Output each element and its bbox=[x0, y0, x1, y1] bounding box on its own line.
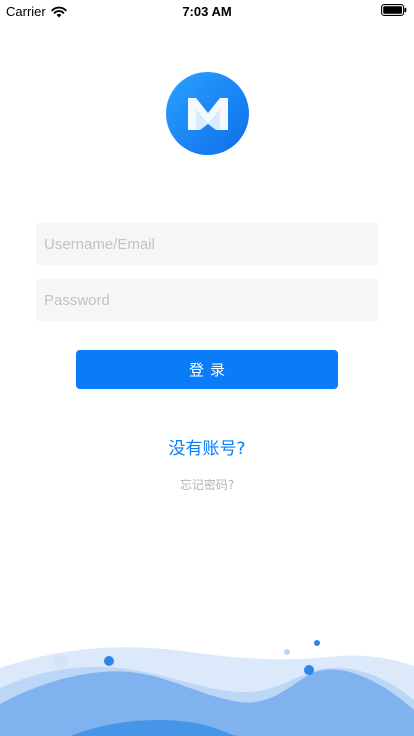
username-input[interactable] bbox=[36, 223, 378, 265]
login-button[interactable]: 登录 bbox=[76, 350, 338, 389]
bubble-large bbox=[54, 655, 68, 669]
bubble-dot bbox=[104, 656, 114, 666]
bubble-small bbox=[284, 649, 290, 655]
wave-decoration bbox=[0, 640, 414, 736]
forgot-password-link[interactable]: 忘记密码? bbox=[0, 476, 414, 493]
register-link[interactable]: 没有账号? bbox=[0, 434, 414, 459]
bubble-tiny bbox=[314, 640, 320, 646]
password-input[interactable] bbox=[36, 279, 378, 321]
login-screen: Carrier 7:03 AM 登录 没 bbox=[0, 0, 414, 736]
app-logo-icon bbox=[166, 72, 249, 155]
status-time: 7:03 AM bbox=[182, 4, 232, 19]
bubble-mid bbox=[304, 665, 314, 675]
battery-icon bbox=[381, 4, 407, 19]
status-bar: Carrier 7:03 AM bbox=[0, 0, 414, 22]
